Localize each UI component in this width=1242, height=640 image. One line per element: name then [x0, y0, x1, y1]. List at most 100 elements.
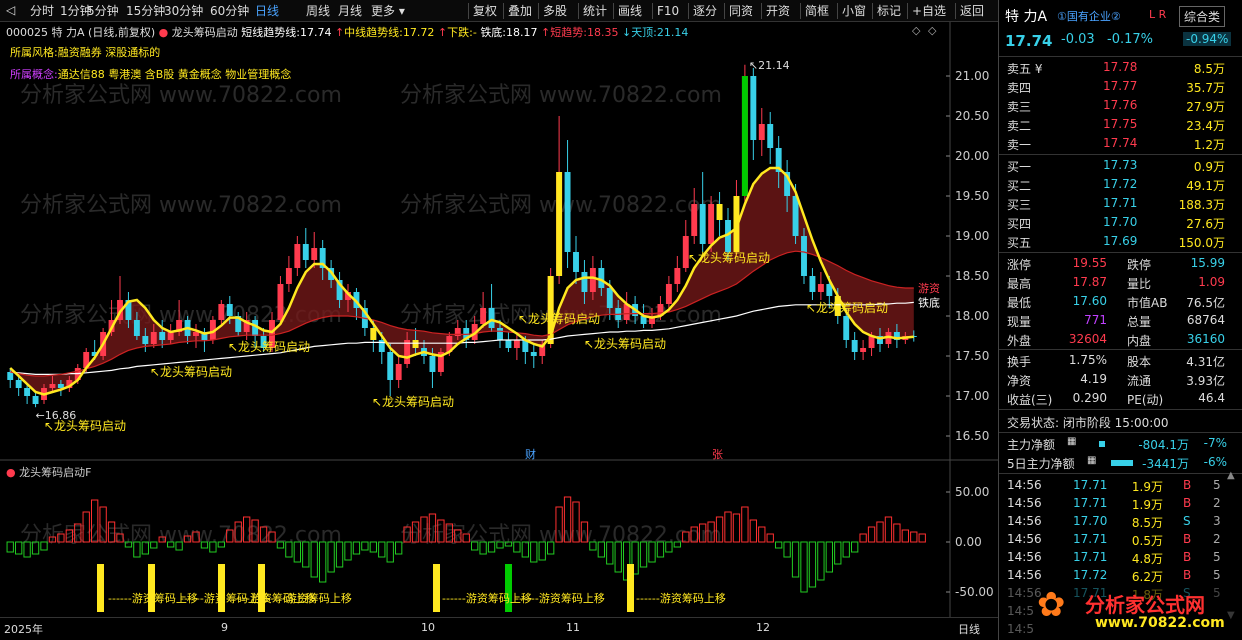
panel-tag[interactable]: ①国有企业② — [1057, 8, 1121, 24]
tool-button-4[interactable]: 画线 — [618, 3, 642, 19]
chart-header: 000025 特 力A (日线,前复权) ● 龙头筹码启动 短线趋势线:17.7… — [6, 24, 688, 40]
sub-indicator-name: 龙头筹码启动F — [19, 466, 92, 479]
ask-row[interactable]: 卖四 17.77 35.7万 — [999, 77, 1242, 96]
grid-icon[interactable]: ▦ — [1067, 436, 1076, 447]
divider — [999, 409, 1242, 410]
flow-value: -804.1万 — [1138, 438, 1189, 452]
candle-body — [843, 316, 850, 340]
sub-bar — [901, 529, 910, 543]
axis-label-11: 11 — [566, 621, 580, 634]
toolbar-separator — [724, 3, 725, 19]
category-button[interactable]: 综合类 — [1179, 6, 1226, 27]
scroll-up-icon[interactable]: ▲ — [1227, 470, 1235, 481]
stat-label: 换手 — [1007, 355, 1032, 369]
bid-row[interactable]: 买一 17.73 0.9万 — [999, 156, 1242, 175]
tick-volume: 1.9万 — [1131, 480, 1163, 494]
stat-label: 跌停 — [1127, 258, 1152, 272]
kline-chart-svg[interactable]: 21.00 20.50 20.00 19.50 19.00 18.50 18.00 17.50… — [0, 22, 998, 620]
sub-bar — [758, 526, 766, 543]
diamond-icon-2[interactable]: ◇ — [928, 24, 936, 37]
period-tab-4[interactable]: 30分钟 — [164, 3, 203, 19]
signal-label: ↖龙头筹码启动 — [150, 365, 232, 379]
period-tab-0[interactable]: 分时 — [30, 3, 54, 19]
period-tab-7[interactable]: 周线 — [306, 3, 330, 19]
stat-value: 46.4 — [1198, 391, 1225, 405]
candle-body — [277, 284, 284, 320]
tool-button-8[interactable]: 开资 — [766, 3, 790, 19]
tool-button-0[interactable]: 复权 — [473, 3, 497, 19]
bid-row[interactable]: 买五 17.69 150.0万 — [999, 232, 1242, 251]
tool-button-12[interactable]: +自选 — [912, 3, 946, 19]
tick-time: 14:56 — [1007, 532, 1042, 546]
sub-signal-label: ------游资筹码上移 — [636, 591, 726, 605]
period-label[interactable]: 日线 — [958, 621, 980, 637]
ask-price: 17.74 — [1103, 136, 1138, 150]
brand-logo: ✿ 分析家公式网 www.70822.com — [999, 585, 1242, 637]
ask-volume: 23.4万 — [1186, 119, 1225, 133]
bid-row[interactable]: 买三 17.71 188.3万 — [999, 194, 1242, 213]
y-tick-label: 19.50 — [955, 189, 989, 203]
tool-button-3[interactable]: 统计 — [583, 3, 607, 19]
flow-pct: -6% — [1203, 455, 1227, 469]
toolbar-separator — [468, 3, 469, 19]
period-tab-6[interactable]: 日线 — [255, 3, 279, 19]
signal-label: ↖龙头筹码启动 — [688, 251, 770, 265]
tool-button-6[interactable]: 逐分 — [693, 3, 717, 19]
diamond-icon[interactable]: ◇ — [912, 24, 920, 37]
watermark-text: 分析家公式网 www.70822.com — [20, 83, 342, 108]
ask-label: 卖一 — [1007, 138, 1032, 152]
bid-row[interactable]: 买二 17.72 49.1万 — [999, 175, 1242, 194]
tick-price: 17.70 — [1073, 514, 1108, 528]
candle-body — [817, 284, 824, 292]
ask-row[interactable]: 卖五 ¥ 17.78 8.5万 — [999, 58, 1242, 77]
stat-value: 17.87 — [1072, 275, 1107, 289]
bid-volume: 188.3万 — [1178, 198, 1225, 212]
panel-stock-name: 特 力A — [1005, 9, 1048, 25]
period-tab-9[interactable]: 更多 ▾ — [371, 3, 405, 19]
tick-count: 5 — [1213, 568, 1221, 582]
period-tab-2[interactable]: 5分钟 — [87, 3, 119, 19]
nav-back-icon[interactable]: ◁ — [6, 3, 15, 17]
stat-row: 涨停 19.55 跌停 15.99 — [999, 254, 1242, 273]
tool-button-1[interactable]: 叠加 — [508, 3, 532, 19]
tool-button-5[interactable]: F10 — [657, 3, 679, 19]
stat-value: 76.5亿 — [1186, 296, 1225, 310]
top-label: 天顶: — [631, 26, 657, 39]
toolbar-separator — [538, 3, 539, 19]
candle-body — [851, 340, 858, 352]
bid-label: 买五 — [1007, 236, 1032, 250]
tick-volume: 8.5万 — [1131, 516, 1163, 530]
period-tab-8[interactable]: 月线 — [338, 3, 362, 19]
stat-label: 内盘 — [1127, 334, 1152, 348]
bid-row[interactable]: 买四 17.70 27.6万 — [999, 213, 1242, 232]
top-toolbar: 分时 1分钟 5分钟 15分钟 30分钟 60分钟 日线 周线 月线 更多 ▾ ◁ 复权 叠加 多股 统计画… — [0, 0, 998, 22]
tool-button-10[interactable]: 小窗 — [842, 3, 866, 19]
ask-row[interactable]: 卖二 17.75 23.4万 — [999, 115, 1242, 134]
signal-label: ↖龙头筹码启动 — [44, 419, 126, 433]
chart-area[interactable]: 21.00 20.50 20.00 19.50 19.00 18.50 18.00 17.50… — [0, 22, 998, 620]
sub-bar — [867, 526, 876, 543]
grid-icon[interactable]: ▦ — [1087, 455, 1096, 466]
stat-value: 4.19 — [1080, 372, 1107, 386]
indicator-name: 龙头筹码启动 — [171, 26, 238, 39]
ask-row[interactable]: 卖三 17.76 27.9万 — [999, 96, 1242, 115]
stat-label: 最低 — [1007, 296, 1032, 310]
toolbar-separator — [800, 3, 801, 19]
tool-button-11[interactable]: 标记 — [877, 3, 901, 19]
y-tick-label: 18.00 — [955, 309, 989, 323]
sub-bar — [876, 521, 884, 543]
sub-bar — [732, 513, 741, 543]
current-price: 17.74 — [1005, 32, 1053, 50]
candle-body — [691, 204, 698, 236]
line-label-tiedi: 铁底 — [918, 295, 940, 309]
ask-row[interactable]: 卖一 17.74 1.2万 — [999, 134, 1242, 153]
tool-button-9[interactable]: 简框 — [805, 3, 829, 19]
signal-label: ↖龙头筹码启动 — [584, 337, 666, 351]
period-tab-5[interactable]: 60分钟 — [210, 3, 249, 19]
tool-button-7[interactable]: 同资 — [729, 3, 753, 19]
ask-label: 卖二 — [1007, 119, 1032, 133]
tool-button-2[interactable]: 多股 — [543, 3, 567, 19]
period-tab-3[interactable]: 15分钟 — [126, 3, 165, 19]
candle-body — [32, 396, 39, 404]
tool-button-13[interactable]: 返回 — [960, 3, 984, 19]
